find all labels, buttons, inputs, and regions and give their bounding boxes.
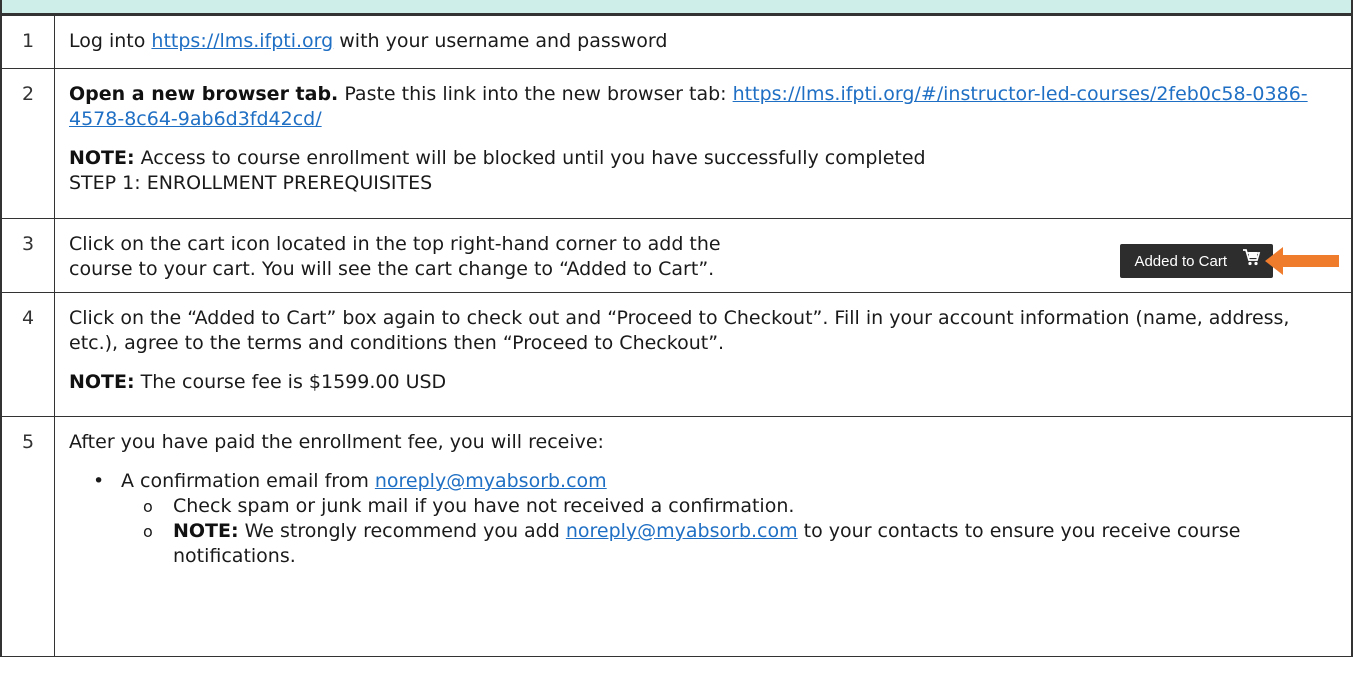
step-content: Log into https://lms.ifpti.org with your… — [54, 15, 1353, 69]
step-text: Click on the “Added to Cart” box again t… — [69, 307, 1290, 354]
noreply-email-link-contacts[interactable]: noreply@myabsorb.com — [566, 520, 798, 542]
step-3-layout: Click on the cart icon located in the to… — [69, 232, 1339, 282]
cart-button-label: Added to Cart — [1134, 252, 1227, 270]
step-text: Open a new browser tab. Paste this link … — [69, 82, 1339, 132]
sub-list: Check spam or junk mail if you have not … — [121, 494, 1339, 569]
step-content: After you have paid the enrollment fee, … — [54, 416, 1353, 657]
step-content: Open a new browser tab. Paste this link … — [54, 68, 1353, 219]
table-row: 2 Open a new browser tab. Paste this lin… — [0, 68, 1353, 219]
added-to-cart-button[interactable]: Added to Cart — [1120, 244, 1273, 278]
step-number: 3 — [0, 218, 55, 293]
step-number: 4 — [0, 292, 55, 417]
step-number: 1 — [0, 15, 55, 69]
step-note: NOTE: Access to course enrollment will b… — [69, 146, 1339, 196]
table-row: 5 After you have paid the enrollment fee… — [0, 416, 1353, 657]
note-text-line2: STEP 1: ENROLLMENT PREREQUISITES — [69, 172, 433, 194]
receive-list: A confirmation email from noreply@myabso… — [69, 469, 1339, 569]
note-label: NOTE: — [173, 520, 239, 542]
step-content: Click on the cart icon located in the to… — [54, 218, 1353, 293]
table-row: 1 Log into https://lms.ifpti.org with yo… — [0, 15, 1353, 69]
step-text-line2: course to your cart. You will see the ca… — [69, 258, 715, 280]
note-label: NOTE: — [69, 371, 135, 393]
table-row: 3 Click on the cart icon located in the … — [0, 218, 1353, 293]
step-text: Log into https://lms.ifpti.org with your… — [69, 29, 1339, 54]
step-text-pre: Log into — [69, 30, 152, 52]
document-page: 1 Log into https://lms.ifpti.org with yo… — [0, 0, 1353, 675]
sub-list-item: NOTE: We strongly recommend you add nore… — [143, 519, 1339, 569]
noreply-email-link[interactable]: noreply@myabsorb.com — [375, 470, 607, 492]
note-label: NOTE: — [69, 147, 135, 169]
step-content: Click on the “Added to Cart” box again t… — [54, 292, 1353, 417]
list-item: A confirmation email from noreply@myabso… — [93, 469, 1339, 569]
step-text: After you have paid the enrollment fee, … — [69, 431, 604, 453]
list-item-text: A confirmation email from — [121, 470, 375, 492]
step-number: 2 — [0, 68, 55, 219]
cart-illustration: Added to Cart — [1120, 244, 1339, 278]
steps-table: 1 Log into https://lms.ifpti.org with yo… — [0, 15, 1353, 657]
note-text: Access to course enrollment will be bloc… — [134, 147, 926, 169]
sub-item-text-pre: We strongly recommend you add — [238, 520, 566, 542]
step-note: NOTE: The course fee is $1599.00 USD — [69, 370, 1339, 395]
table-header-band — [0, 0, 1353, 15]
step-text: Click on the cart icon located in the to… — [69, 232, 721, 282]
lms-login-link[interactable]: https://lms.ifpti.org — [151, 30, 333, 52]
step-text-body: Paste this link into the new browser tab… — [338, 83, 733, 105]
step-text-line1: Click on the cart icon located in the to… — [69, 233, 721, 255]
cart-icon — [1241, 247, 1261, 275]
table-row: 4 Click on the “Added to Cart” box again… — [0, 292, 1353, 417]
note-text: The course fee is $1599.00 USD — [134, 371, 447, 393]
pointer-arrow-icon — [1265, 247, 1339, 275]
sub-list-item: Check spam or junk mail if you have not … — [143, 494, 1339, 519]
step-bold-lead: Open a new browser tab. — [69, 83, 339, 105]
step-number: 5 — [0, 416, 55, 657]
step-text-post: with your username and password — [333, 30, 668, 52]
